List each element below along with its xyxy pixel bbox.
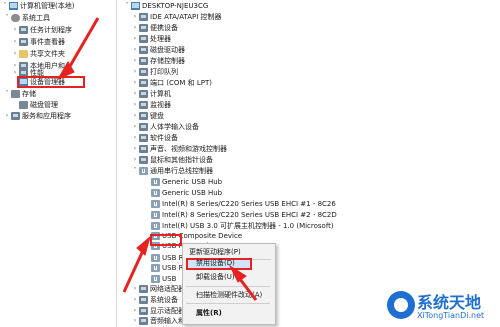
arrow-shaft bbox=[64, 17, 100, 74]
watermark-url: XiTongTianDi.net bbox=[417, 311, 485, 320]
arrowhead bbox=[136, 235, 151, 256]
watermark-logo: 系统天地 XiTongTianDi.net bbox=[383, 287, 500, 327]
watermark-title: 系统天地 bbox=[417, 293, 482, 312]
watermark-globe-icon bbox=[387, 291, 415, 319]
annotation-arrows bbox=[56, 17, 258, 301]
arrowhead bbox=[228, 264, 247, 283]
